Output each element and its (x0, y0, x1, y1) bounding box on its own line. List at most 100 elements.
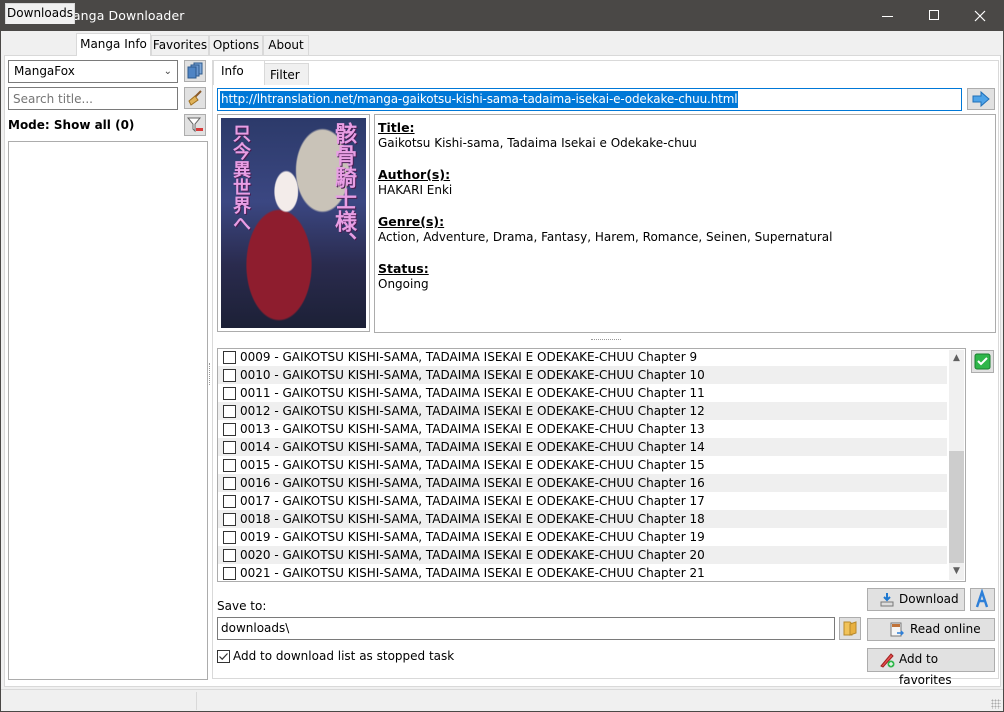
chapter-list[interactable]: 0009 - GAIKOTSU KISHI-SAMA, TADAIMA ISEK… (217, 348, 966, 582)
tab-favorites[interactable]: Favorites (151, 35, 209, 56)
chapter-checkbox[interactable] (223, 387, 236, 400)
tab-label: About (268, 38, 304, 52)
save-to-label: Save to: (217, 599, 267, 613)
chapter-label: 0013 - GAIKOTSU KISHI-SAMA, TADAIMA ISEK… (240, 422, 705, 436)
filter-button[interactable] (184, 114, 206, 136)
add-favorites-button[interactable]: Add to favorites (867, 648, 995, 687)
stopped-task-checkbox[interactable] (217, 650, 230, 663)
clear-search-button[interactable] (184, 87, 206, 109)
chapter-row[interactable]: 0020 - GAIKOTSU KISHI-SAMA, TADAIMA ISEK… (218, 546, 947, 564)
minimize-button[interactable] (865, 1, 911, 31)
scroll-thumb[interactable] (949, 451, 964, 563)
resize-grip[interactable] (991, 699, 1001, 709)
save-path-input[interactable]: downloads\ (217, 617, 835, 640)
arrow-right-icon (972, 90, 990, 108)
chapter-checkbox[interactable] (223, 513, 236, 526)
broom-icon (188, 90, 202, 106)
read-online-button[interactable]: Read online (867, 618, 995, 641)
sort-az-button[interactable] (970, 588, 995, 611)
status-label: Status: (378, 261, 429, 276)
download-button[interactable]: Download (867, 588, 965, 611)
tab-about[interactable]: About (263, 35, 309, 56)
mode-label: Mode: Show all (0) (8, 118, 135, 132)
url-input[interactable]: http://lhtranslation.net/manga-gaikotsu-… (217, 88, 962, 111)
chapter-checkbox[interactable] (223, 549, 236, 562)
subtab-info[interactable]: Info (213, 60, 265, 85)
read-online-icon (890, 622, 904, 637)
chapter-checkbox[interactable] (223, 351, 236, 364)
status-bar (1, 689, 1003, 711)
minimize-icon (882, 16, 893, 17)
chapter-row[interactable]: 0009 - GAIKOTSU KISHI-SAMA, TADAIMA ISEK… (218, 349, 947, 366)
horizontal-splitter[interactable] (591, 339, 621, 342)
genre-label: Genre(s): (378, 214, 445, 229)
source-select[interactable]: MangaFox ⌄ (8, 60, 178, 83)
chapter-checkbox[interactable] (223, 369, 236, 382)
chapter-checkbox[interactable] (223, 477, 236, 490)
close-icon (974, 10, 986, 22)
chapter-checkbox[interactable] (223, 567, 236, 580)
chapter-row[interactable]: 0021 - GAIKOTSU KISHI-SAMA, TADAIMA ISEK… (218, 564, 947, 581)
sort-az-icon (975, 589, 989, 608)
search-title-input[interactable] (8, 87, 178, 110)
chapter-label: 0011 - GAIKOTSU KISHI-SAMA, TADAIMA ISEK… (240, 386, 705, 400)
status-separator (196, 692, 197, 710)
maximize-button[interactable] (911, 1, 957, 31)
cover-title-right: 骸骨騎士様、 (331, 122, 357, 254)
download-icon (880, 593, 894, 607)
title-value: Gaikotsu Kishi-sama, Tadaima Isekai e Od… (378, 136, 697, 150)
check-all-button[interactable] (971, 350, 994, 373)
chapter-checkbox[interactable] (223, 531, 236, 544)
chapter-checkbox[interactable] (223, 441, 236, 454)
chapter-row[interactable]: 0015 - GAIKOTSU KISHI-SAMA, TADAIMA ISEK… (218, 456, 947, 474)
tab-label: Manga Info (80, 37, 147, 51)
cover-title-left: 只今異世界へ (230, 124, 251, 232)
chevron-down-icon: ⌄ (163, 66, 172, 77)
chapter-label: 0019 - GAIKOTSU KISHI-SAMA, TADAIMA ISEK… (240, 530, 705, 544)
chapter-row[interactable]: 0011 - GAIKOTSU KISHI-SAMA, TADAIMA ISEK… (218, 384, 947, 402)
chapter-checkbox[interactable] (223, 423, 236, 436)
download-label: Download (899, 592, 959, 606)
chapter-row[interactable]: 0017 - GAIKOTSU KISHI-SAMA, TADAIMA ISEK… (218, 492, 947, 510)
filter-remove-icon (186, 117, 203, 133)
chapter-row[interactable]: 0019 - GAIKOTSU KISHI-SAMA, TADAIMA ISEK… (218, 528, 947, 546)
chapter-label: 0018 - GAIKOTSU KISHI-SAMA, TADAIMA ISEK… (240, 512, 705, 526)
source-select-value: MangaFox (14, 64, 75, 78)
close-button[interactable] (957, 1, 1003, 31)
chapter-row[interactable]: 0010 - GAIKOTSU KISHI-SAMA, TADAIMA ISEK… (218, 366, 947, 384)
vertical-splitter[interactable] (209, 363, 211, 385)
tab-options[interactable]: Options (209, 35, 263, 56)
chapter-label: 0009 - GAIKOTSU KISHI-SAMA, TADAIMA ISEK… (240, 350, 698, 364)
url-text: http://lhtranslation.net/manga-gaikotsu-… (220, 91, 739, 108)
manga-info-box: Title: Gaikotsu Kishi-sama, Tadaima Isek… (374, 114, 996, 333)
chapter-label: 0010 - GAIKOTSU KISHI-SAMA, TADAIMA ISEK… (240, 368, 705, 382)
go-button[interactable] (967, 88, 995, 110)
chapter-row[interactable]: 0014 - GAIKOTSU KISHI-SAMA, TADAIMA ISEK… (218, 438, 947, 456)
subtab-filter[interactable]: Filter (264, 63, 309, 85)
title-label: Title: (378, 120, 415, 135)
chapter-label: 0020 - GAIKOTSU KISHI-SAMA, TADAIMA ISEK… (240, 548, 705, 562)
browse-folder-button[interactable] (839, 617, 861, 640)
chapter-row[interactable]: 0018 - GAIKOTSU KISHI-SAMA, TADAIMA ISEK… (218, 510, 947, 528)
manga-list[interactable] (8, 141, 208, 680)
chapter-checkbox[interactable] (223, 405, 236, 418)
tab-manga-info[interactable]: Manga Info (76, 33, 151, 56)
chapter-row[interactable]: 0016 - GAIKOTSU KISHI-SAMA, TADAIMA ISEK… (218, 474, 947, 492)
website-list-button[interactable] (184, 60, 206, 82)
app-window: Free Manga Downloader Downloads Manga In… (0, 0, 1004, 712)
tab-downloads[interactable]: Downloads (5, 3, 75, 24)
chapter-checkbox[interactable] (223, 495, 236, 508)
add-favorites-label: Add to favorites (899, 652, 952, 687)
chapter-scrollbar[interactable]: ▲ ▼ (949, 350, 964, 580)
chapter-label: 0014 - GAIKOTSU KISHI-SAMA, TADAIMA ISEK… (240, 440, 705, 454)
chapter-row[interactable]: 0013 - GAIKOTSU KISHI-SAMA, TADAIMA ISEK… (218, 420, 947, 438)
checkmark-icon (219, 653, 228, 661)
chapter-label: 0012 - GAIKOTSU KISHI-SAMA, TADAIMA ISEK… (240, 404, 705, 418)
chapter-label: 0017 - GAIKOTSU KISHI-SAMA, TADAIMA ISEK… (240, 494, 705, 508)
chapter-row[interactable]: 0012 - GAIKOTSU KISHI-SAMA, TADAIMA ISEK… (218, 402, 947, 420)
scroll-up-icon[interactable]: ▲ (949, 350, 964, 367)
scroll-down-icon[interactable]: ▼ (949, 563, 964, 580)
chapter-label: 0021 - GAIKOTSU KISHI-SAMA, TADAIMA ISEK… (240, 566, 705, 580)
chapter-checkbox[interactable] (223, 459, 236, 472)
green-check-icon (974, 353, 991, 370)
